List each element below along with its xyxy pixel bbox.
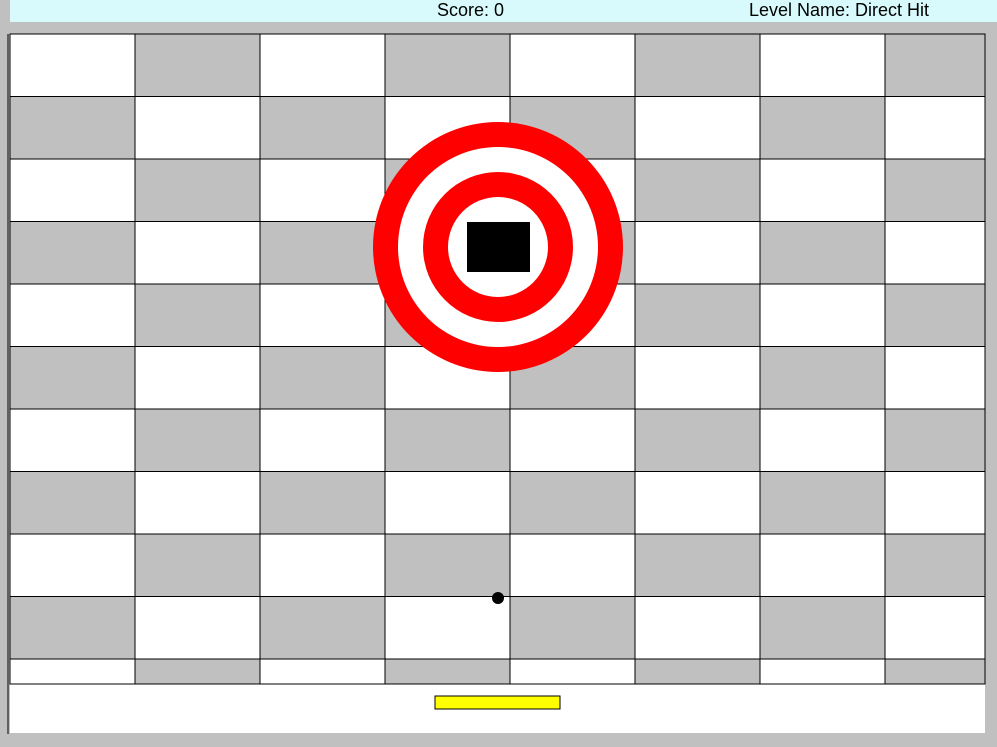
brick-tile: [634, 283, 761, 347]
brick-tile: [759, 346, 886, 410]
brick-tile: [884, 533, 986, 597]
brick-tile: [634, 33, 761, 97]
brick-tile: [134, 471, 261, 535]
brick-tile: [759, 283, 886, 347]
brick-tile: [384, 658, 511, 685]
brick-tile: [759, 408, 886, 472]
brick-tile: [759, 33, 886, 97]
brick-tile: [634, 96, 761, 160]
brick-tile: [759, 158, 886, 222]
brick-tile: [134, 346, 261, 410]
brick-tile: [509, 33, 636, 97]
brick-tile: [134, 33, 261, 97]
brick-tile: [259, 221, 386, 285]
brick-tile: [884, 33, 986, 97]
ball: [492, 592, 504, 604]
brick-tile: [9, 658, 136, 685]
brick-tile: [259, 33, 386, 97]
brick-tile: [134, 96, 261, 160]
brick-tile: [884, 346, 986, 410]
brick-tile: [134, 533, 261, 597]
brick-tile: [759, 96, 886, 160]
brick-tile: [9, 221, 136, 285]
brick-tile: [634, 221, 761, 285]
brick-tile: [884, 408, 986, 472]
brick-tile: [759, 658, 886, 685]
brick-tile: [759, 471, 886, 535]
brick-tile: [759, 533, 886, 597]
brick-tile: [634, 408, 761, 472]
brick-tile: [259, 283, 386, 347]
brick-tile: [134, 221, 261, 285]
brick-tile: [259, 158, 386, 222]
brick-tile: [509, 596, 636, 660]
brick-tile: [759, 221, 886, 285]
brick-tile: [634, 533, 761, 597]
brick-tile: [884, 158, 986, 222]
brick-tile: [9, 533, 136, 597]
brick-tile: [259, 596, 386, 660]
brick-tile: [134, 596, 261, 660]
brick-tile: [634, 346, 761, 410]
brick-tile: [384, 471, 511, 535]
brick-tile: [509, 471, 636, 535]
brick-tile: [509, 408, 636, 472]
brick-tile: [634, 658, 761, 685]
brick-tile: [509, 533, 636, 597]
brick-tile: [884, 221, 986, 285]
brick-tile: [9, 158, 136, 222]
brick-tile: [259, 471, 386, 535]
brick-tile: [259, 408, 386, 472]
brick-tile: [259, 346, 386, 410]
brick-tile: [9, 33, 136, 97]
brick-tile: [634, 596, 761, 660]
brick-tile: [884, 658, 986, 685]
brick-tile: [884, 596, 986, 660]
brick-tile: [884, 96, 986, 160]
brick-tile: [9, 96, 136, 160]
brick-tile: [884, 283, 986, 347]
brick-tile: [9, 596, 136, 660]
brick-tile: [9, 408, 136, 472]
brick-tile: [259, 96, 386, 160]
target-bullseye-block: [467, 222, 530, 272]
brick-tile: [759, 596, 886, 660]
brick-tile: [134, 283, 261, 347]
brick-tile: [509, 658, 636, 685]
paddle[interactable]: [434, 695, 561, 710]
brick-tile: [134, 408, 261, 472]
brick-tile: [884, 471, 986, 535]
brick-tile: [9, 471, 136, 535]
brick-tile: [384, 533, 511, 597]
brick-tile: [634, 158, 761, 222]
target: [373, 122, 623, 372]
brick-tile: [9, 346, 136, 410]
brick-tile: [134, 158, 261, 222]
brick-tile: [384, 408, 511, 472]
brick-tile: [134, 658, 261, 685]
brick-tile: [259, 658, 386, 685]
brick-tile: [9, 283, 136, 347]
brick-tile: [259, 533, 386, 597]
brick-tile: [384, 33, 511, 97]
brick-tile: [384, 596, 511, 660]
game-board[interactable]: [0, 0, 997, 747]
brick-tile: [634, 471, 761, 535]
